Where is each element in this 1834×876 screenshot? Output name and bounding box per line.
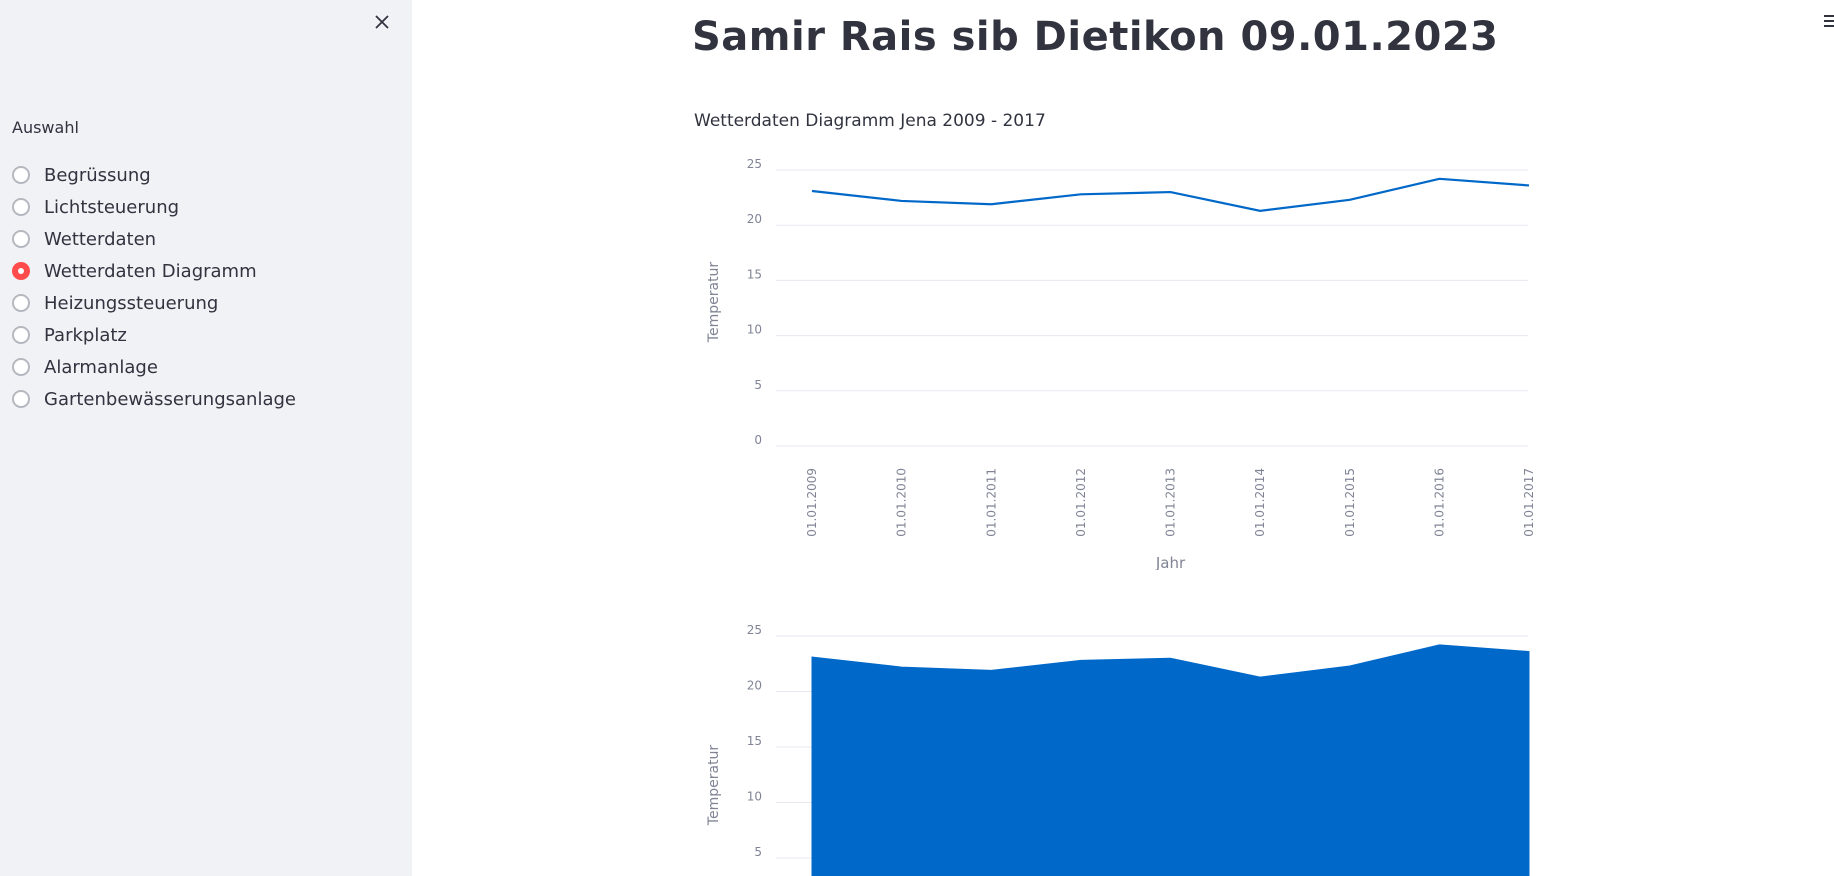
y-tick-label: 20	[747, 212, 762, 226]
radio-group: Begrüssung Lichtsteuerung Wetterdaten Wette…	[12, 159, 296, 415]
sidebar: Auswahl Begrüssung Lichtsteuerung Wetterda…	[0, 0, 412, 876]
y-tick-label: 10	[747, 323, 762, 337]
radio-option[interactable]: Wetterdaten Diagramm	[12, 255, 296, 287]
x-tick-label: 01.01.2009	[805, 468, 819, 537]
x-tick-label: 01.01.2011	[984, 468, 998, 537]
radio-option-label: Alarmanlage	[44, 356, 158, 378]
radio-option-label: Lichtsteuerung	[44, 196, 180, 218]
radio-unselected-icon	[12, 294, 30, 312]
y-tick-label: 5	[754, 845, 762, 859]
y-tick-label: 25	[747, 157, 762, 171]
line-chart: 0 5 10 15 20 25 Temperatur 01.01.2009 01.01.2010…	[706, 157, 1536, 570]
radio-option[interactable]: Begrüssung	[12, 159, 296, 191]
x-tick-label: 01.01.2012	[1074, 468, 1088, 537]
y-tick-label: 20	[747, 679, 762, 693]
x-tick-label: 01.01.2010	[895, 468, 909, 537]
y-tick-label: 15	[747, 734, 762, 748]
y-tick-label: 25	[747, 623, 762, 637]
radio-option-label: Begrüssung	[44, 164, 151, 186]
radio-group-label: Auswahl	[12, 118, 79, 137]
y-tick-label: 0	[754, 433, 762, 447]
radio-unselected-icon	[12, 230, 30, 248]
radio-unselected-icon	[12, 166, 30, 184]
x-tick-label: 01.01.2014	[1253, 468, 1267, 537]
x-tick-label: 01.01.2016	[1432, 468, 1446, 537]
radio-option-label: Parkplatz	[44, 324, 127, 346]
radio-option[interactable]: Alarmanlage	[12, 351, 296, 383]
radio-option-label: Gartenbewässerungsanlage	[44, 388, 296, 410]
y-tick-label: 5	[754, 378, 762, 392]
x-tick-label: 01.01.2015	[1343, 468, 1357, 537]
radio-option-label: Heizungssteuerung	[44, 292, 219, 314]
radio-unselected-icon	[12, 326, 30, 344]
radio-option[interactable]: Gartenbewässerungsanlage	[12, 383, 296, 415]
radio-unselected-icon	[12, 198, 30, 216]
y-tick-label: 10	[747, 790, 762, 804]
close-icon	[375, 15, 389, 29]
radio-option-label: Wetterdaten	[44, 228, 157, 250]
radio-option[interactable]: Parkplatz	[12, 319, 296, 351]
radio-option[interactable]: Wetterdaten	[12, 223, 296, 255]
x-tick-label: 01.01.2013	[1164, 468, 1178, 537]
hamburger-menu-icon[interactable]	[1820, 12, 1834, 30]
x-axis-label: Jahr	[1155, 554, 1186, 570]
radio-unselected-icon	[12, 358, 30, 376]
area-series	[811, 644, 1530, 876]
area-chart: 5 10 15 20 25 Temperatur	[706, 623, 1530, 876]
radio-unselected-icon	[12, 390, 30, 408]
y-axis-label: Temperatur	[706, 262, 722, 344]
chart-subtitle: Wetterdaten Diagramm Jena 2009 - 2017	[694, 111, 1046, 131]
line-series	[811, 177, 1530, 212]
x-tick-label: 01.01.2017	[1522, 468, 1536, 537]
page-title: Samir Rais sib Dietikon 09.01.2023	[692, 14, 1499, 60]
y-axis-label: Temperatur	[706, 745, 722, 827]
radio-option-label: Wetterdaten Diagramm	[44, 260, 257, 282]
y-tick-label: 15	[747, 267, 762, 281]
radio-selected-icon	[12, 262, 30, 280]
radio-option[interactable]: Heizungssteuerung	[12, 287, 296, 319]
radio-option[interactable]: Lichtsteuerung	[12, 191, 296, 223]
close-sidebar-button[interactable]	[368, 8, 396, 36]
main-content: Samir Rais sib Dietikon 09.01.2023 Wette…	[412, 0, 1834, 876]
